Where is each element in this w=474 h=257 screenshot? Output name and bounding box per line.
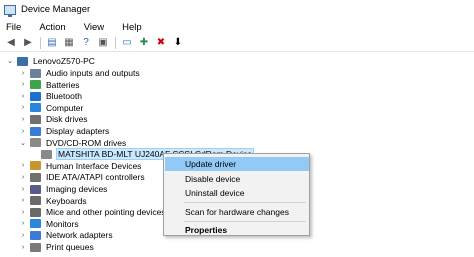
menu-action[interactable]: Action — [37, 21, 67, 34]
toolbar-separator — [40, 37, 41, 49]
list-icon[interactable]: ▦ — [62, 36, 76, 50]
collapsed-chevron-icon[interactable]: › — [19, 220, 27, 227]
category-icon — [30, 207, 41, 217]
add-driver-icon[interactable]: ✚ — [137, 36, 151, 50]
collapsed-chevron-icon[interactable]: › — [19, 197, 27, 204]
tree-item-label: Print queues — [46, 242, 94, 252]
tree-category-item[interactable]: › Imaging devices — [19, 183, 108, 195]
tree-item-label: DVD/CD-ROM drives — [46, 137, 127, 148]
collapsed-chevron-icon[interactable]: › — [19, 104, 27, 111]
collapsed-chevron-icon[interactable]: › — [19, 209, 27, 216]
tree-category-item[interactable]: › Mice and other pointing devices — [19, 206, 167, 218]
collapsed-chevron-icon[interactable]: › — [19, 162, 27, 169]
category-icon — [30, 80, 41, 90]
help-icon[interactable]: ? — [79, 36, 93, 50]
category-icon — [30, 103, 41, 113]
category-icon — [30, 196, 41, 206]
grid-icon[interactable]: ▣ — [96, 36, 110, 50]
tree-category-item[interactable]: › Bluetooth — [19, 90, 83, 102]
collapsed-chevron-icon[interactable]: › — [19, 186, 27, 193]
collapsed-chevron-icon[interactable]: › — [19, 128, 27, 135]
tree-item-label: Monitors — [46, 218, 79, 229]
download-icon[interactable]: ⬇ — [171, 36, 185, 50]
tree-item-label: Human Interface Devices — [46, 160, 142, 171]
category-icon — [30, 230, 41, 240]
tree-category-item[interactable]: › Human Interface Devices — [19, 160, 142, 172]
device-manager-icon — [4, 4, 16, 17]
computer-icon — [17, 56, 28, 66]
update-driver-item[interactable]: Update driver — [165, 157, 309, 171]
title-bar: Device Manager — [0, 0, 474, 19]
tree-item-label: Network adapters — [46, 230, 113, 241]
forward-icon[interactable]: ▶ — [21, 36, 35, 50]
tree-item-label: Display adapters — [46, 126, 110, 136]
category-icon — [30, 114, 41, 124]
context-menu-separator — [184, 202, 306, 203]
tree-category-item[interactable]: › Monitors — [19, 218, 80, 230]
tree-item-label: Mice and other pointing devices — [46, 207, 166, 218]
collapsed-chevron-icon[interactable]: › — [19, 116, 27, 123]
tree-item-label: Computer — [46, 102, 84, 113]
toolbar: ◀ ▶ ▤ ▦? ▣ ▭ ✚ ✖ ⬇ — [0, 35, 474, 52]
tree-item-label: Audio inputs and outputs — [46, 68, 140, 78]
scan-hardware-item[interactable]: Scan for hardware changes — [165, 205, 309, 219]
uninstall-device-item[interactable]: Uninstall device — [165, 186, 309, 200]
dvd-drive-icon — [41, 149, 52, 159]
properties-item[interactable]: Properties — [165, 223, 309, 237]
expanded-chevron-icon[interactable]: ⌄ — [19, 139, 27, 147]
tree-item-label: Bluetooth — [46, 91, 82, 102]
back-icon[interactable]: ◀ — [4, 36, 18, 50]
tree-category-item[interactable]: › Computer — [19, 102, 84, 114]
collapsed-chevron-icon[interactable]: › — [19, 70, 27, 77]
category-icon — [30, 91, 41, 101]
tree-item-label: Batteries — [46, 79, 80, 90]
category-icon — [30, 184, 41, 194]
collapsed-chevron-icon[interactable]: › — [19, 244, 27, 251]
category-icon — [30, 219, 41, 229]
tree-category-item[interactable]: › IDE ATA/ATAPI controllers — [19, 171, 146, 183]
context-menu-separator — [184, 221, 306, 222]
context-menu: Update driver Disable device Uninstall d… — [163, 153, 310, 236]
collapsed-chevron-icon[interactable]: › — [19, 93, 27, 100]
menu-view[interactable]: View — [82, 21, 106, 34]
tree-category-item[interactable]: › Disk drives — [19, 113, 89, 125]
disable-device-item[interactable]: Disable device — [165, 172, 309, 186]
uninstall-icon[interactable]: ✖ — [154, 36, 168, 50]
menu-file[interactable]: File — [4, 21, 23, 34]
collapsed-chevron-icon[interactable]: › — [19, 232, 27, 239]
tree-category-item[interactable]: › Batteries — [19, 79, 81, 91]
tree-root[interactable]: ⌄ LenovoZ570-PC — [6, 55, 96, 67]
tree-category-item[interactable]: › Keyboards — [19, 195, 88, 207]
collapsed-chevron-icon[interactable]: › — [19, 81, 27, 88]
expanded-chevron-icon[interactable]: ⌄ — [6, 57, 14, 65]
tree-item-label: IDE ATA/ATAPI controllers — [46, 172, 145, 183]
menu-bar: File Action View Help — [0, 19, 474, 35]
category-icon — [30, 242, 41, 252]
tree-category-item[interactable]: › Display adapters — [19, 125, 110, 137]
tree-category-item[interactable]: ⌄ DVD/CD-ROM drives — [19, 137, 127, 149]
tree-item-label: Imaging devices — [46, 184, 108, 194]
collapsed-chevron-icon[interactable]: › — [19, 174, 27, 181]
toolbar-separator — [115, 37, 116, 49]
tree-category-item[interactable]: › Print queues — [19, 241, 95, 253]
category-icon — [30, 161, 41, 171]
properties-icon[interactable]: ▤ — [45, 36, 59, 50]
category-icon — [30, 138, 41, 148]
tree-item-label: Disk drives — [46, 114, 88, 125]
tree-item-label: Keyboards — [46, 195, 87, 206]
window-title: Device Manager — [21, 4, 91, 15]
category-icon — [30, 68, 41, 78]
menu-help[interactable]: Help — [120, 21, 144, 34]
monitor-icon[interactable]: ▭ — [120, 36, 134, 50]
tree-category-item[interactable]: › Audio inputs and outputs — [19, 67, 141, 79]
tree-category-item[interactable]: › Network adapters — [19, 229, 114, 241]
tree-item-label: LenovoZ570-PC — [33, 56, 95, 66]
category-icon — [30, 172, 41, 182]
category-icon — [30, 126, 41, 136]
